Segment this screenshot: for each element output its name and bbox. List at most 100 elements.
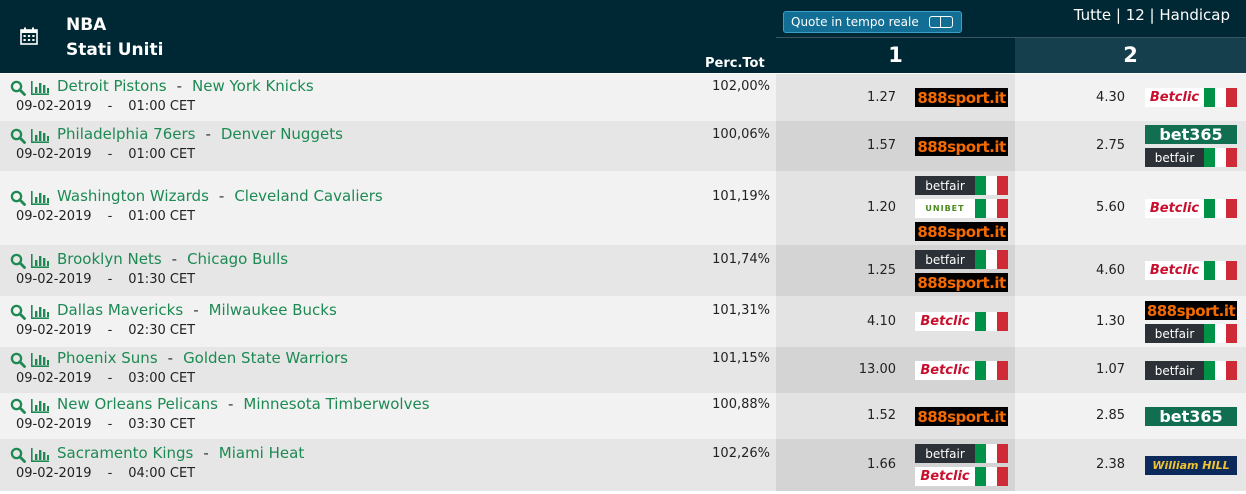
search-icon[interactable] [10,80,26,96]
bookmaker-link[interactable]: UNIBET [915,199,1008,218]
search-icon[interactable] [10,304,26,320]
bookmaker-link[interactable]: betfair [915,444,1008,463]
away-team-link[interactable]: New York Knicks [192,77,314,95]
match-row: Dallas Mavericks - Milwaukee Bucks 09-02-20… [0,296,1246,347]
match-time: 01:00 CET [128,209,196,224]
bookmaker-link[interactable]: bet365 [1145,125,1237,144]
away-team-link[interactable]: Chicago Bulls [187,250,288,268]
italy-flag-icon [975,250,1008,269]
bookmaker-link[interactable]: 888sport.it [915,273,1008,292]
calendar-icon[interactable] [20,27,38,45]
match-teams[interactable]: Phoenix Suns - Golden State Warriors [57,349,348,367]
stats-chart-icon[interactable] [30,304,50,320]
home-team-link[interactable]: Phoenix Suns [57,349,158,367]
match-teams[interactable]: Sacramento Kings - Miami Heat [57,444,304,462]
match-datetime: 09-02-2019-01:00 CET [16,209,195,224]
away-odds-value[interactable]: 1.30 [1075,314,1125,329]
away-team-link[interactable]: Cleveland Cavaliers [234,187,382,205]
home-team-link[interactable]: Philadelphia 76ers [57,125,195,143]
bookmaker-link[interactable]: Betclic [1145,199,1237,218]
bookmaker-link[interactable]: bet365 [1145,407,1237,426]
market-filters[interactable]: Tutte | 12 | Handicap [1074,6,1230,24]
match-teams[interactable]: Washington Wizards - Cleveland Cavaliers [57,187,383,205]
italy-flag-icon [975,467,1008,486]
away-odds-value[interactable]: 2.38 [1075,457,1125,472]
bookmaker-link[interactable]: 888sport.it [915,407,1008,426]
bookmaker-link[interactable]: betfair [915,250,1008,269]
bookmaker-link[interactable]: 888sport.it [915,222,1008,241]
bookmaker-link[interactable]: betfair [1145,148,1237,167]
away-odds-value[interactable]: 2.85 [1075,408,1125,423]
stats-chart-icon[interactable] [30,447,50,463]
home-odds-value[interactable]: 1.66 [846,457,896,472]
bookmaker-betclic-logo: Betclic [1145,261,1204,280]
country-name: Stati Uniti [66,40,164,60]
search-icon[interactable] [10,128,26,144]
search-icon[interactable] [10,352,26,368]
search-icon[interactable] [10,190,26,206]
match-datetime: 09-02-2019-01:00 CET [16,99,195,114]
stats-chart-icon[interactable] [30,128,50,144]
match-teams[interactable]: Dallas Mavericks - Milwaukee Bucks [57,301,337,319]
home-odds-value[interactable]: 1.57 [846,138,896,153]
match-datetime: 09-02-2019-03:00 CET [16,371,195,386]
away-team-link[interactable]: Milwaukee Bucks [209,301,337,319]
search-icon[interactable] [10,447,26,463]
bookmaker-888sport-logo: 888sport.it [915,222,1008,241]
match-row: Philadelphia 76ers - Denver Nuggets 09-02-2… [0,121,1246,171]
away-team-link[interactable]: Minnesota Timberwolves [243,395,429,413]
bookmaker-link[interactable]: Betclic [1145,261,1237,280]
stats-chart-icon[interactable] [30,80,50,96]
italy-flag-icon [1204,361,1237,380]
home-odds-value[interactable]: 1.25 [846,263,896,278]
bookmaker-link[interactable]: Betclic [915,467,1008,486]
teams-separator: - [227,395,234,413]
stats-chart-icon[interactable] [30,190,50,206]
match-time: 03:00 CET [128,371,196,386]
home-team-link[interactable]: Brooklyn Nets [57,250,162,268]
teams-separator: - [205,125,211,143]
away-team-link[interactable]: Miami Heat [219,444,304,462]
teams-separator: - [218,187,225,205]
stats-chart-icon[interactable] [30,352,50,368]
home-team-link[interactable]: New Orleans Pelicans [57,395,218,413]
italy-flag-icon [1204,324,1237,343]
stats-chart-icon[interactable] [30,398,50,414]
away-odds-value[interactable]: 2.75 [1075,138,1125,153]
home-team-link[interactable]: Sacramento Kings [57,444,193,462]
bookmaker-link[interactable]: Betclic [915,312,1008,331]
match-teams[interactable]: Philadelphia 76ers - Denver Nuggets [57,125,343,143]
away-odds-value[interactable]: 1.07 [1075,362,1125,377]
home-team-link[interactable]: Dallas Mavericks [57,301,183,319]
search-icon[interactable] [10,253,26,269]
bookmaker-link[interactable]: Betclic [915,361,1008,380]
bookmaker-link[interactable]: betfair [1145,324,1237,343]
home-odds-value[interactable]: 4.10 [846,314,896,329]
away-team-link[interactable]: Golden State Warriors [183,349,348,367]
home-odds-value[interactable]: 1.52 [846,408,896,423]
away-odds-value[interactable]: 4.30 [1075,90,1125,105]
bookmaker-link[interactable]: Betclic [1145,88,1237,107]
bookmaker-link[interactable]: William HILL [1145,456,1237,475]
home-odds-value[interactable]: 1.27 [846,90,896,105]
home-team-link[interactable]: Detroit Pistons [57,77,167,95]
away-odds-value[interactable]: 4.60 [1075,263,1125,278]
match-teams[interactable]: Brooklyn Nets - Chicago Bulls [57,250,288,268]
search-icon[interactable] [10,398,26,414]
match-teams[interactable]: Detroit Pistons - New York Knicks [57,77,314,95]
home-odds-value[interactable]: 13.00 [846,362,896,377]
bookmaker-link[interactable]: 888sport.it [915,137,1008,156]
away-odds-value[interactable]: 5.60 [1075,200,1125,215]
away-team-link[interactable]: Denver Nuggets [221,125,343,143]
home-team-link[interactable]: Washington Wizards [57,187,209,205]
bookmaker-link[interactable]: betfair [1145,361,1237,380]
bookmaker-link[interactable]: betfair [915,176,1008,195]
match-teams[interactable]: New Orleans Pelicans - Minnesota Timberwol… [57,395,430,413]
bookmaker-link[interactable]: 888sport.it [1145,301,1237,320]
italy-flag-icon [1204,261,1237,280]
home-odds-value[interactable]: 1.20 [846,200,896,215]
match-date: 09-02-2019 [16,99,92,114]
bookmaker-link[interactable]: 888sport.it [915,88,1008,107]
stats-chart-icon[interactable] [30,253,50,269]
live-odds-toggle-button[interactable]: Quote in tempo reale [783,11,962,33]
